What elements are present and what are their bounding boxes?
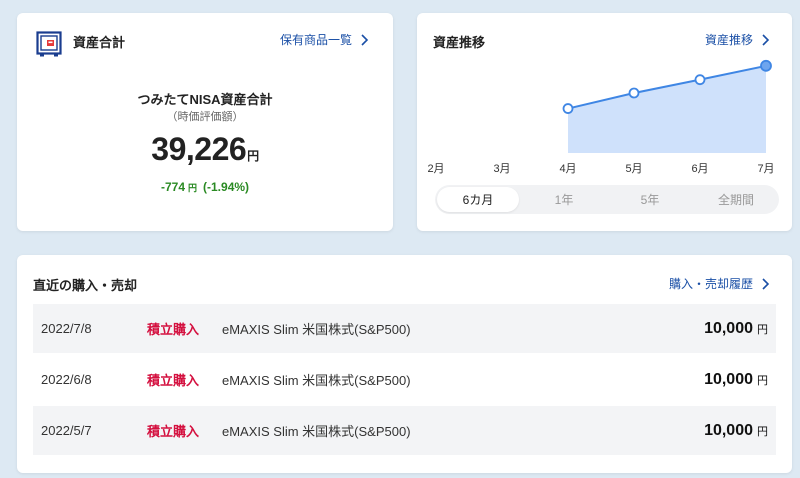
total-amount: 39,226 bbox=[151, 131, 247, 167]
assets-total-card: 資産合計 保有商品一覧 つみたてNISA資産合計 （時価評価額） 39,226円… bbox=[17, 13, 393, 231]
amount-value: 10,000 bbox=[704, 319, 753, 337]
nisa-total-label: つみたてNISA資産合計 bbox=[137, 92, 273, 107]
asset-trend-card: 資産推移 資産推移 2月 3月 4月 5月 6月 7月 6カ月 1年 5年 全期間 bbox=[417, 13, 792, 231]
x-tick-label: 3月 bbox=[493, 163, 511, 175]
card-title: 資産合計 bbox=[73, 35, 126, 50]
tab-6-months[interactable]: 6カ月 bbox=[437, 187, 519, 212]
chevron-right-icon bbox=[762, 277, 770, 290]
transaction-amount: 10,000 円 bbox=[704, 422, 768, 440]
holdings-list-link[interactable]: 保有商品一覧 bbox=[280, 31, 369, 48]
period-selector: 6カ月 1年 5年 全期間 bbox=[435, 185, 779, 214]
transaction-row: 2022/7/8 積立購入 eMAXIS Slim 米国株式(S&P500) 1… bbox=[33, 304, 776, 353]
transaction-date: 2022/7/8 bbox=[41, 321, 92, 336]
change-percent: (-1.94%) bbox=[203, 180, 250, 194]
transaction-amount: 10,000 円 bbox=[704, 320, 768, 338]
card-title: 資産推移 bbox=[433, 35, 486, 50]
x-tick-label: 7月 bbox=[757, 163, 775, 175]
safe-icon bbox=[36, 31, 62, 57]
fund-name: eMAXIS Slim 米国株式(S&P500) bbox=[222, 322, 411, 337]
amount-value: 10,000 bbox=[704, 421, 753, 439]
x-tick-label: 6月 bbox=[691, 163, 709, 175]
market-value-note: （時価評価額） bbox=[166, 111, 244, 123]
transaction-type: 積立購入 bbox=[147, 322, 200, 337]
card-title: 直近の購入・売却 bbox=[33, 278, 138, 293]
x-tick-label: 2月 bbox=[427, 163, 445, 175]
trend-point bbox=[760, 59, 772, 72]
link-label: 保有商品一覧 bbox=[280, 33, 353, 47]
recent-transactions-card: 直近の購入・売却 購入・売却履歴 2022/7/8 積立購入 eMAXIS Sl… bbox=[17, 255, 792, 473]
total-value: 39,226円 bbox=[17, 131, 393, 168]
change-amount: -774 bbox=[160, 180, 185, 194]
chevron-right-icon bbox=[361, 33, 369, 46]
amount-value: 10,000 bbox=[704, 370, 753, 388]
transaction-type: 積立購入 bbox=[147, 424, 200, 439]
asset-trend-link[interactable]: 資産推移 bbox=[705, 31, 770, 48]
x-tick-label: 5月 bbox=[625, 163, 643, 175]
amount-unit: 円 bbox=[757, 425, 768, 438]
tab-5-years[interactable]: 5年 bbox=[609, 187, 691, 212]
transaction-date: 2022/6/8 bbox=[41, 372, 92, 387]
trend-point bbox=[628, 87, 640, 99]
fund-name: eMAXIS Slim 米国株式(S&P500) bbox=[222, 424, 411, 439]
transaction-date: 2022/5/7 bbox=[41, 423, 92, 438]
trend-point bbox=[694, 74, 706, 86]
x-tick-label: 4月 bbox=[559, 163, 577, 175]
trend-point bbox=[562, 103, 574, 114]
amount-unit: 円 bbox=[757, 374, 768, 387]
value-change: -774 円 (-1.94%) bbox=[17, 180, 393, 194]
change-unit: 円 bbox=[188, 183, 198, 193]
transaction-type: 積立購入 bbox=[147, 373, 200, 388]
transaction-amount: 10,000 円 bbox=[704, 371, 768, 389]
asset-trend-chart bbox=[562, 59, 772, 153]
chevron-right-icon bbox=[762, 33, 770, 46]
transaction-row: 2022/5/7 積立購入 eMAXIS Slim 米国株式(S&P500) 1… bbox=[33, 406, 776, 455]
transaction-row: 2022/6/8 積立購入 eMAXIS Slim 米国株式(S&P500) 1… bbox=[33, 355, 776, 404]
link-label: 購入・売却履歴 bbox=[669, 277, 754, 291]
amount-unit: 円 bbox=[757, 323, 768, 336]
trend-area bbox=[568, 65, 766, 153]
total-unit: 円 bbox=[247, 149, 259, 163]
tab-1-year[interactable]: 1年 bbox=[523, 187, 605, 212]
tab-all-period[interactable]: 全期間 bbox=[695, 187, 777, 212]
link-label: 資産推移 bbox=[705, 33, 754, 47]
fund-name: eMAXIS Slim 米国株式(S&P500) bbox=[222, 373, 411, 388]
transaction-history-link[interactable]: 購入・売却履歴 bbox=[669, 275, 770, 292]
